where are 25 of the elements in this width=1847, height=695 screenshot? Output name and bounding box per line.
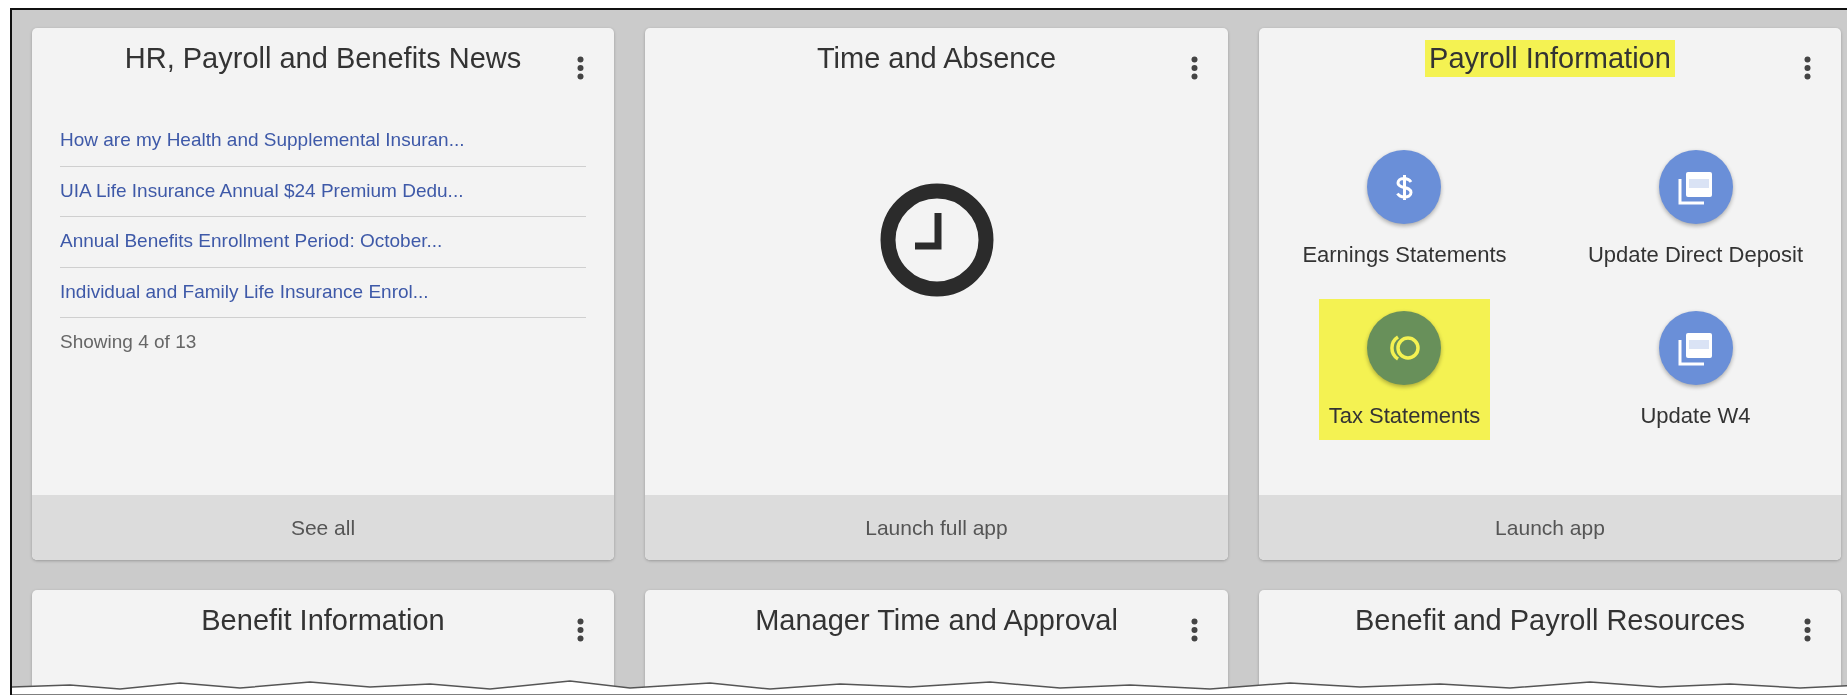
more-options-icon[interactable] bbox=[1191, 618, 1198, 642]
news-link[interactable]: Annual Benefits Enrollment Period: October... bbox=[60, 227, 586, 256]
clock-icon bbox=[879, 183, 994, 297]
news-link[interactable]: UIA Life Insurance Annual $24 Premium Dedu... bbox=[60, 176, 586, 205]
card-footer-button[interactable]: See all bbox=[32, 495, 614, 560]
news-link[interactable]: Individual and Family Life Insurance Enrol... bbox=[60, 277, 586, 306]
app-shortcut[interactable]: Earnings Statements bbox=[1292, 138, 1517, 279]
card-footer-button[interactable]: Launch full app bbox=[645, 495, 1228, 560]
card-title: Benefit and Payroll Resources bbox=[1353, 603, 1747, 638]
app-shortcut[interactable]: Update W4 bbox=[1630, 299, 1761, 440]
card-title: HR, Payroll and Benefits News bbox=[123, 41, 523, 76]
card-title: Time and Absence bbox=[815, 41, 1058, 76]
more-options-icon[interactable] bbox=[1804, 618, 1811, 642]
more-options-icon[interactable] bbox=[577, 618, 584, 642]
app-shortcut[interactable]: Tax Statements bbox=[1318, 299, 1491, 440]
card-footer-button[interactable]: Launch app bbox=[1259, 495, 1841, 560]
more-options-icon[interactable] bbox=[1191, 56, 1198, 80]
more-options-icon[interactable] bbox=[1804, 56, 1811, 80]
item-count: Showing 4 of 13 bbox=[60, 330, 197, 354]
card-title: Benefit Information bbox=[200, 603, 446, 638]
card-title: Payroll Information bbox=[1425, 40, 1675, 77]
news-link[interactable]: How are my Health and Supplemental Insuran... bbox=[60, 126, 586, 155]
app-shortcut[interactable]: Update Direct Deposit bbox=[1577, 138, 1814, 279]
card-title: Manager Time and Approval bbox=[754, 603, 1119, 638]
more-options-icon[interactable] bbox=[577, 56, 584, 80]
